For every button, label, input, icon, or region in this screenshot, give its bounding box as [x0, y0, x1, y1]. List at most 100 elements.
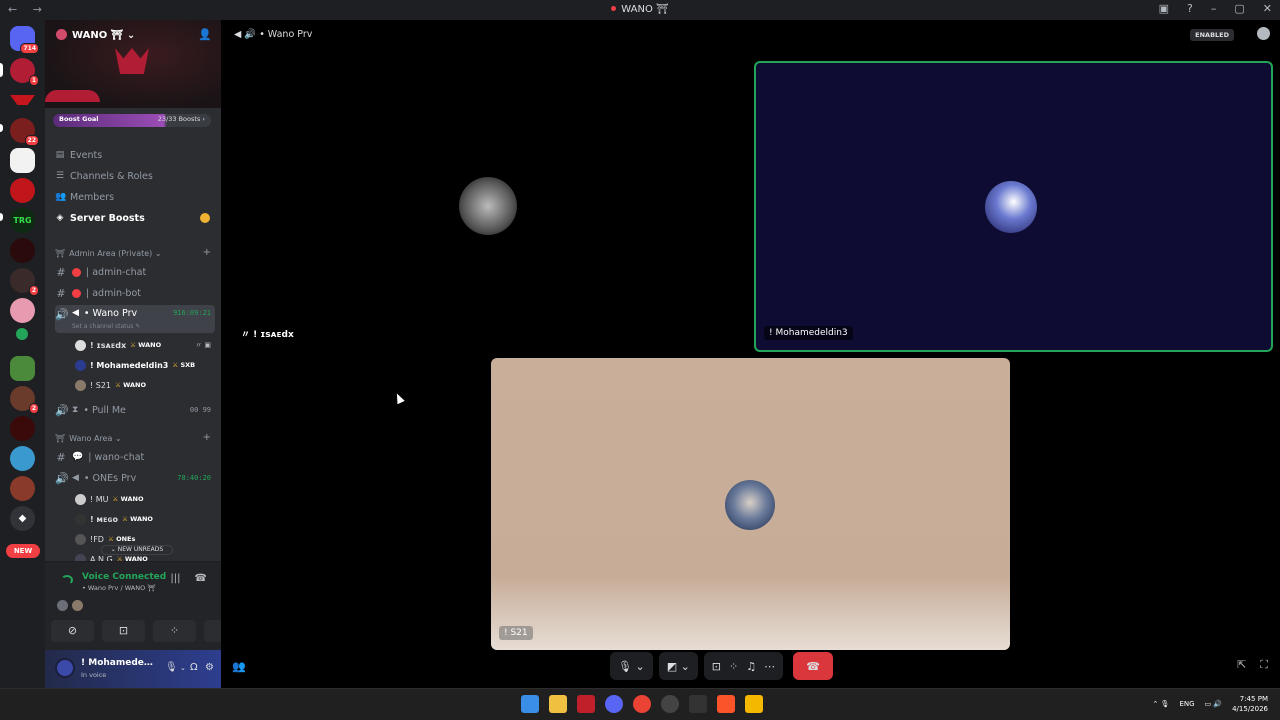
inbox-icon[interactable]: ▣ [1159, 2, 1169, 15]
video-tile-speaking[interactable]: ! Mohamedeldin3 [754, 61, 1273, 352]
file-explorer-icon[interactable] [549, 695, 567, 713]
app-icon[interactable] [661, 695, 679, 713]
headphones-icon[interactable]: Ω [190, 662, 198, 673]
menu-server-boosts[interactable]: ◈ Server Boosts [55, 209, 145, 227]
discord-icon[interactable] [605, 695, 623, 713]
channel-ones-prv[interactable]: 🔊 ◀ • ONEs Prv 78:40:20 [55, 469, 215, 487]
app-icon[interactable] [577, 695, 595, 713]
soundboard-icon[interactable]: ♫ [204, 620, 221, 642]
clock-date: 4/15/2026 [1232, 705, 1268, 713]
voice-user[interactable]: ! ɪsᴀᴇdxWANO 〃 ▣ [75, 337, 215, 353]
menu-label: Channels & Roles [70, 170, 153, 182]
server-icon[interactable] [10, 416, 35, 441]
settings-gear-icon[interactable]: ⚙ [205, 662, 214, 673]
voice-user[interactable]: ! S21WANO [75, 377, 215, 393]
channel-pull-me[interactable]: 🔊 ⧗ • Pull Me 00 99 [55, 401, 215, 419]
server-icon[interactable]: TRG [10, 208, 35, 233]
camera-toggle[interactable]: ◩ ⌄ [658, 652, 698, 680]
server-icon[interactable] [10, 356, 35, 381]
language-indicator[interactable]: ENG [1179, 700, 1194, 708]
add-friend-icon[interactable]: 👥 [232, 660, 246, 673]
server-name-text: WANO ⛩ ⌄ [72, 30, 136, 41]
boost-goal-bar[interactable]: Boost Goal 23/33 Boosts › [53, 114, 211, 127]
channel-wano-chat[interactable]: # 💬 | wano-chat [55, 448, 215, 466]
server-icon[interactable] [10, 178, 35, 203]
brave-icon[interactable] [717, 695, 735, 713]
fullscreen-icon[interactable]: ⛶ [1260, 658, 1268, 672]
close-button[interactable]: ✕ [1263, 2, 1272, 15]
screen-share-icon[interactable]: ⊡ [102, 620, 145, 642]
new-servers-pill[interactable]: NEW [6, 544, 40, 558]
app-icon[interactable] [745, 695, 763, 713]
minimize-button[interactable]: – [1211, 2, 1217, 15]
server-icon[interactable]: ◆ [10, 506, 35, 531]
server-icon[interactable] [10, 476, 35, 501]
video-tile[interactable]: ! S21 [491, 358, 1010, 650]
tray-icons[interactable]: ⌃ 🎙 [1152, 700, 1169, 708]
chrome-icon[interactable] [633, 695, 651, 713]
server-header[interactable]: WANO ⛩ ⌄ 👤 [45, 20, 221, 108]
server-icon[interactable] [10, 87, 35, 112]
user-panel: ! Mohamedeldin3 In voice 🎙 ⌄ Ω ⚙ [45, 650, 221, 688]
popout-icon[interactable]: ⇱ [1237, 658, 1246, 672]
server-icon[interactable] [10, 148, 35, 173]
server-icon[interactable] [10, 446, 35, 471]
epic-games-icon[interactable] [689, 695, 707, 713]
clock[interactable]: 7:45 PM 4/15/2026 [1232, 694, 1268, 714]
signal-icon[interactable] [61, 575, 73, 585]
my-username[interactable]: ! Mohamedeldin3 [81, 658, 153, 668]
category-admin[interactable]: ⛩ Admin Area (Private) ⌄ [55, 249, 162, 258]
noise-suppression-icon[interactable]: ||| [170, 573, 180, 584]
menu-channels-roles[interactable]: ☰ Channels & Roles [55, 167, 153, 185]
channel-admin-chat[interactable]: # | admin-chat [55, 263, 215, 281]
chevron-down-icon[interactable]: ⌄ [180, 664, 186, 672]
channel-limit: 00 99 [189, 406, 211, 414]
enabled-badge[interactable]: ENABLED [1190, 29, 1234, 41]
server-name[interactable]: WANO ⛩ ⌄ [56, 29, 135, 41]
video-tile[interactable]: 〃 ! ɪsᴀᴇdx [228, 61, 749, 352]
network-icon[interactable]: ▭ 🔊 [1205, 700, 1223, 708]
camera-off-icon[interactable]: ⊘ [51, 620, 94, 642]
voice-location[interactable]: • Wano Prv / WANO ⛩ [82, 584, 156, 592]
server-icon[interactable] [10, 298, 35, 323]
more-icon[interactable]: ⋯ [764, 660, 775, 673]
channel-status[interactable]: Set a channel status ✎ [72, 323, 140, 330]
activity-group: ⊡ ⁘ ♫ ⋯ [703, 652, 784, 680]
activities-icon[interactable]: ⁘ [729, 660, 738, 673]
avatar[interactable] [55, 658, 75, 678]
participant-avatar [57, 600, 68, 611]
maximize-button[interactable]: ▢ [1234, 2, 1244, 15]
disconnect-icon[interactable]: ☎ [195, 573, 207, 584]
server-icon[interactable] [10, 238, 35, 263]
new-unreads-pill[interactable]: ⌄ NEW UNREADS [101, 545, 173, 555]
server-icon[interactable]: 22 [10, 118, 39, 146]
screen-share-icon[interactable]: ⊡ [712, 660, 721, 673]
activities-icon[interactable]: ⁘ [153, 620, 196, 642]
server-icon[interactable]: 2 [10, 268, 39, 296]
category-wano[interactable]: ⛩ Wano Area ⌄ [55, 434, 122, 443]
chat-icon[interactable] [1257, 27, 1270, 40]
mic-icon[interactable]: 🎙 [165, 662, 178, 673]
channel-admin-bot[interactable]: # | admin-bot [55, 284, 215, 302]
soundboard-icon[interactable]: ♫ [746, 660, 756, 673]
channel-wano-prv[interactable]: 🔊 ◀ • Wano Prv 916:09:21 Set a channel sta… [55, 305, 215, 333]
start-icon[interactable] [521, 695, 539, 713]
add-channel-icon[interactable]: + [203, 432, 211, 443]
disconnect-button[interactable]: ☎ [793, 652, 834, 680]
user-tag: WANO [115, 381, 146, 389]
user-tag: WANO [113, 495, 144, 503]
help-icon[interactable]: ? [1187, 2, 1193, 15]
voice-user[interactable]: ! Mohamedeldin3SXB [75, 357, 215, 373]
server-icon[interactable]: 1 [10, 58, 39, 86]
menu-members[interactable]: 👥 Members [55, 188, 114, 206]
tile-label: ! Mohamedeldin3 [764, 326, 853, 340]
menu-events[interactable]: ▤ Events [55, 146, 102, 164]
invite-icon[interactable]: 👤 [198, 28, 212, 41]
participant-avatar [72, 600, 83, 611]
mic-toggle[interactable]: 🎙 ⌄ [610, 652, 653, 680]
server-icon[interactable]: 2 [10, 386, 39, 414]
add-channel-icon[interactable]: + [203, 247, 211, 258]
voice-user[interactable]: ! MU WANO [75, 491, 215, 507]
voice-user[interactable]: ! ᴍᴇɢᴏ WANO [75, 511, 215, 527]
home-button[interactable]: 714 [10, 26, 39, 54]
